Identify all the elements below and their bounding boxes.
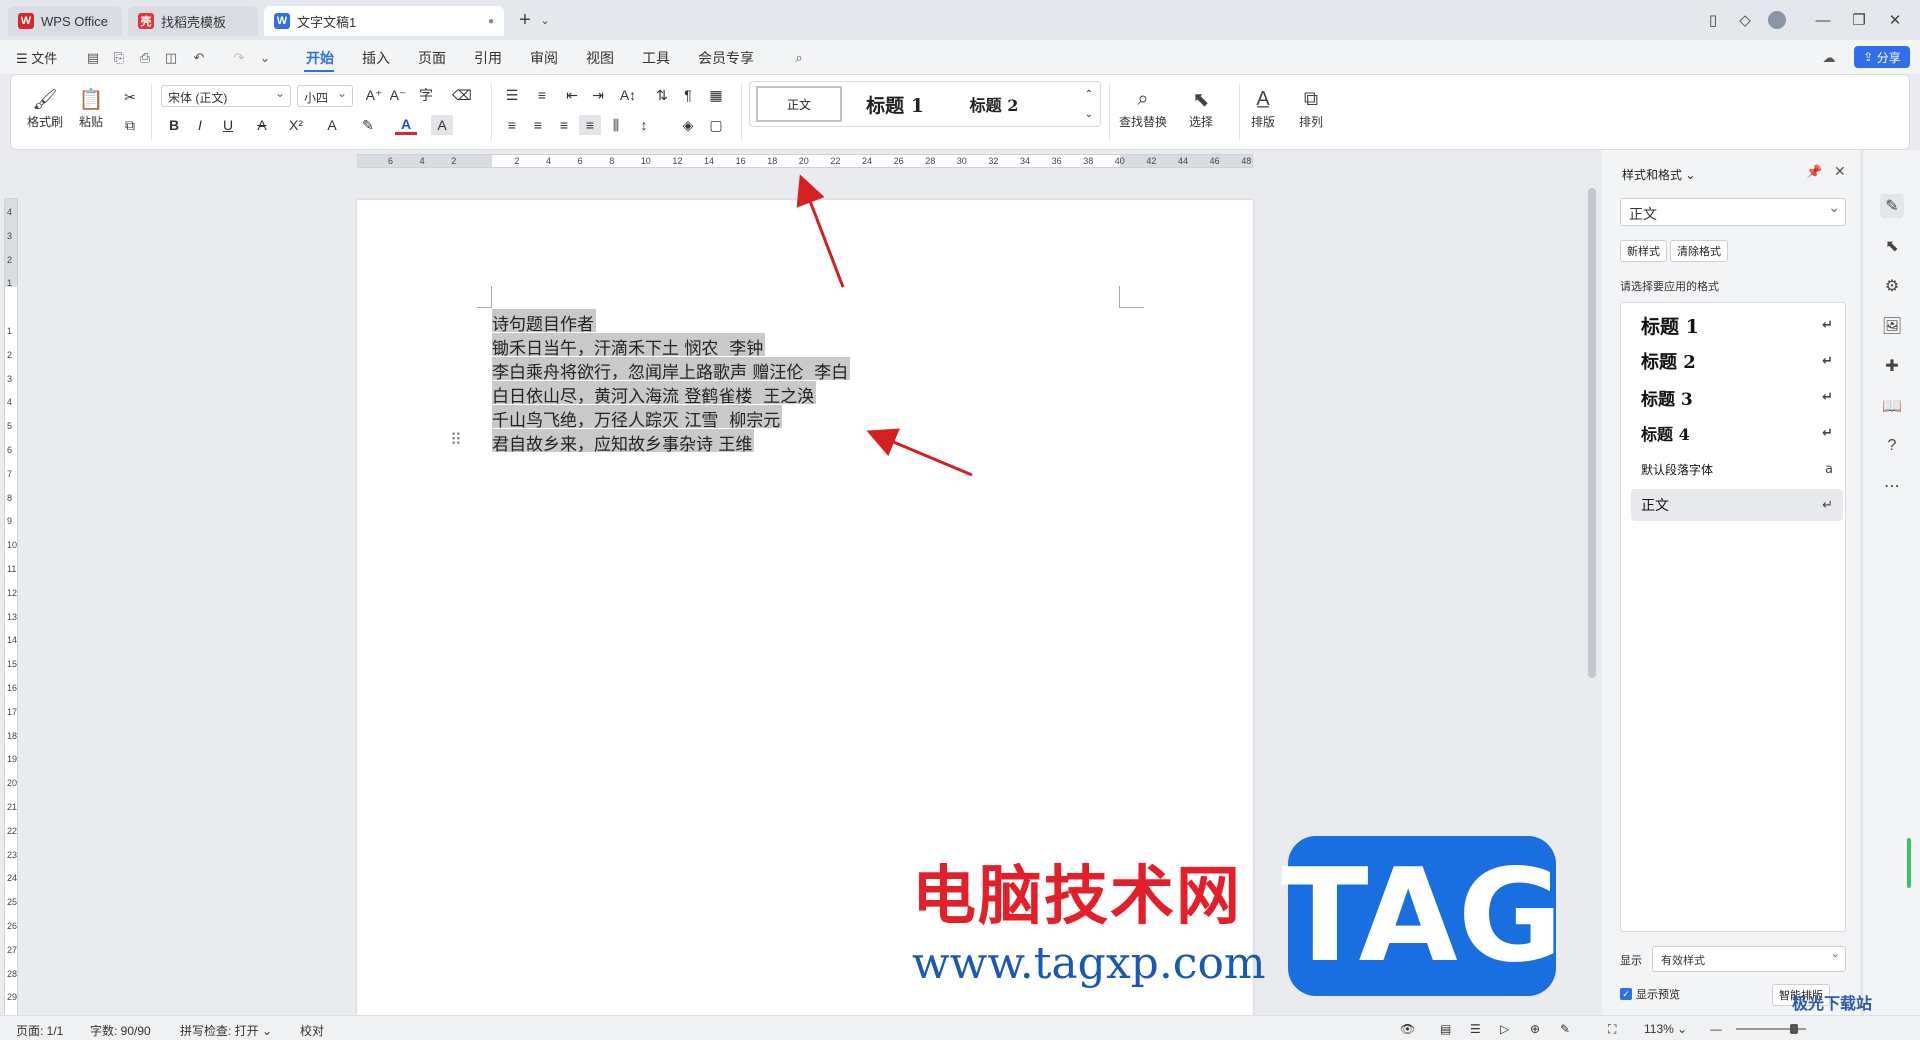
image-edit-icon[interactable]: 🖼 [1880,314,1904,338]
style-item-h1[interactable]: 标题 1 ↵ [1631,309,1843,341]
zoom-slider-thumb[interactable] [1790,1024,1798,1034]
watermark-url: www.tagxp.com [912,938,1266,989]
page-view-icon[interactable]: ▤ [1440,1022,1451,1036]
panel-close-icon[interactable]: ✕ [1834,163,1846,180]
fit-icon[interactable]: ⛶ [1608,1022,1616,1037]
style-item-default-font[interactable]: 默认段落字体 a [1631,453,1843,485]
show-select[interactable]: 有效样式 [1652,946,1846,972]
style-pen-icon[interactable]: ✎ [1880,194,1904,218]
tools-icon[interactable]: ✚ [1880,354,1904,378]
zoom-out-icon[interactable]: — [1710,1022,1722,1036]
style-prompt: 请选择要应用的格式 [1620,281,1719,293]
more-icon[interactable]: ⋯ [1880,474,1904,498]
proofread[interactable]: 校对 [300,1022,324,1039]
page-count[interactable]: 页面: 1/1 [16,1022,63,1039]
activity-indicator [1907,838,1911,888]
clear-format-button[interactable]: 清除格式 [1670,240,1728,262]
style-item-h3[interactable]: 标题 3 ↵ [1631,381,1843,413]
web-view-icon[interactable]: ⊕ [1530,1022,1540,1036]
vertical-scrollbar[interactable] [1587,158,1597,1010]
help-icon[interactable]: ? [1880,434,1904,458]
corner-watermark: 极光下载站 [1792,996,1873,1013]
outline-view-icon[interactable]: ☰ [1470,1022,1481,1036]
styles-panel: 样式和格式 ⌄ 📌 ✕ 正文 新样式 清除格式 请选择要应用的格式 标题 1↵ … [1602,150,1860,1015]
return-icon: ↵ [1822,353,1833,369]
word-count[interactable]: 字数: 90/90 [90,1022,151,1039]
checkbox-checked-icon: ✓ [1620,988,1632,1000]
zoom-level[interactable]: 113% ⌄ [1644,1022,1687,1036]
arrow-to-text [866,428,973,477]
scroll-thumb[interactable] [1588,188,1596,678]
style-item-h2[interactable]: 标题 2 ↵ [1631,345,1843,377]
return-icon: ↵ [1822,317,1833,333]
return-icon: ↵ [1822,389,1833,405]
style-list: 标题 1 ↵ 标题 2 ↵ 标题 3 ↵ 标题 4 ↵ 默认段落字体 a 正文 ↵ [1620,302,1846,932]
spell-check[interactable]: 拼写检查: 打开 ⌄ [180,1022,272,1039]
eye-icon[interactable]: 👁 [1400,1022,1415,1036]
style-item-normal[interactable]: 正文 ↵ [1631,489,1843,521]
select-arrow-icon[interactable]: ⬉ [1880,234,1904,258]
style-item-h4[interactable]: 标题 4 ↵ [1631,417,1843,449]
return-icon: ↵ [1822,425,1833,441]
book-icon[interactable]: 📖 [1880,394,1904,418]
watermark-cn: 电脑技术网 [912,860,1242,934]
adjust-icon[interactable]: ⚙ [1880,274,1904,298]
current-style-select[interactable]: 正文 [1620,198,1846,226]
show-label: 显示 [1620,955,1642,967]
zoom-slider[interactable] [1736,1024,1806,1034]
status-bar: 页面: 1/1 字数: 90/90 拼写检查: 打开 ⌄ 校对 👁 ▤ ☰ ▷ … [0,1015,1920,1040]
panel-title[interactable]: 样式和格式 ⌄ [1622,166,1695,183]
watermark-tag-logo: TAG [1281,836,1563,996]
play-icon[interactable]: ▷ [1500,1022,1509,1036]
char-style-icon: a [1825,461,1833,477]
arrow-to-ruler [796,174,845,288]
preview-checkbox[interactable]: ✓ 显示预览 [1620,986,1680,1002]
pin-icon[interactable]: 📌 [1806,164,1822,180]
pen-icon[interactable]: ✎ [1560,1022,1570,1036]
right-tool-strip: ✎ ⬉ ⚙ 🖼 ✚ 📖 ? ⋯ [1862,150,1920,1015]
new-style-button[interactable]: 新样式 [1620,240,1667,262]
return-icon: ↵ [1822,497,1833,513]
